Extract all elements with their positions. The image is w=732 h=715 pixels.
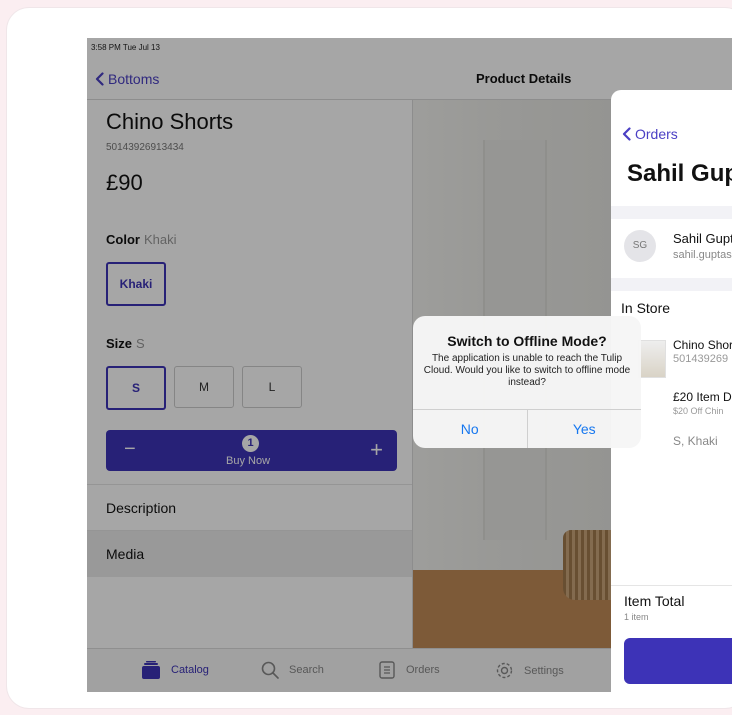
customer-name-heading: Sahil Gup [627, 160, 732, 187]
chevron-left-icon [622, 127, 631, 141]
avatar: SG [624, 230, 656, 262]
item-total-label: Item Total [624, 593, 685, 609]
alert-yes-button[interactable]: Yes [526, 410, 642, 448]
item-thumbnail [638, 340, 666, 378]
customer-email: sahil.guptas [673, 249, 732, 261]
item-count: 1 item [624, 612, 649, 622]
orders-back-label: Orders [635, 126, 678, 142]
item-name: Chino Shor [673, 338, 732, 352]
ipad-screen: 3:58 PM Tue Jul 13 Bottoms Product Detai… [87, 38, 732, 692]
discount-description: $20 Off Chin [673, 406, 724, 416]
alert-title: Switch to Offline Mode? [447, 333, 607, 349]
in-store-section-label: In Store [621, 300, 671, 316]
customer-name: Sahil Gupt [673, 231, 732, 246]
alert-no-button[interactable]: No [413, 410, 527, 448]
offline-mode-alert: Switch to Offline Mode? The application … [413, 316, 641, 448]
discount-name: £20 Item D [673, 390, 732, 404]
alert-buttons: No Yes [413, 409, 641, 448]
orders-back-button[interactable]: Orders [622, 126, 678, 142]
item-variant: S, Khaki [673, 434, 718, 448]
item-sku: 501439269 [673, 353, 729, 365]
alert-message: The application is unable to reach the T… [423, 353, 631, 388]
device-frame: 3:58 PM Tue Jul 13 Bottoms Product Detai… [7, 8, 732, 708]
checkout-button[interactable] [624, 638, 732, 684]
